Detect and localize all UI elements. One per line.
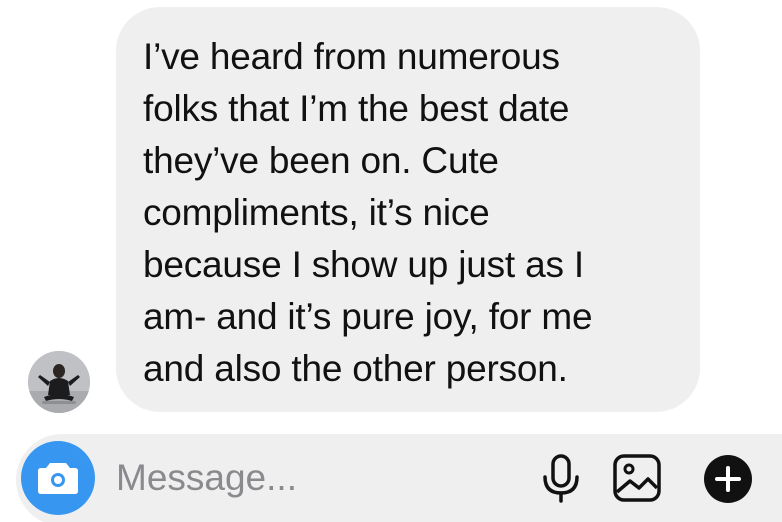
message-bubble[interactable]: I’ve heard from numerous folks that I’m …	[116, 7, 700, 412]
plus-icon	[704, 455, 752, 503]
sender-avatar[interactable]	[28, 351, 90, 413]
image-icon	[613, 454, 661, 502]
voice-message-button[interactable]	[537, 453, 585, 505]
chat-screen: I’ve heard from numerous folks that I’m …	[0, 0, 782, 522]
message-input[interactable]	[116, 452, 496, 504]
gallery-button[interactable]	[610, 452, 664, 504]
message-text: I’ve heard from numerous folks that I’m …	[143, 36, 593, 389]
microphone-icon	[543, 454, 579, 503]
camera-button[interactable]	[21, 441, 95, 515]
profile-photo	[28, 351, 90, 413]
camera-icon	[38, 463, 78, 494]
more-options-button[interactable]	[703, 454, 753, 504]
